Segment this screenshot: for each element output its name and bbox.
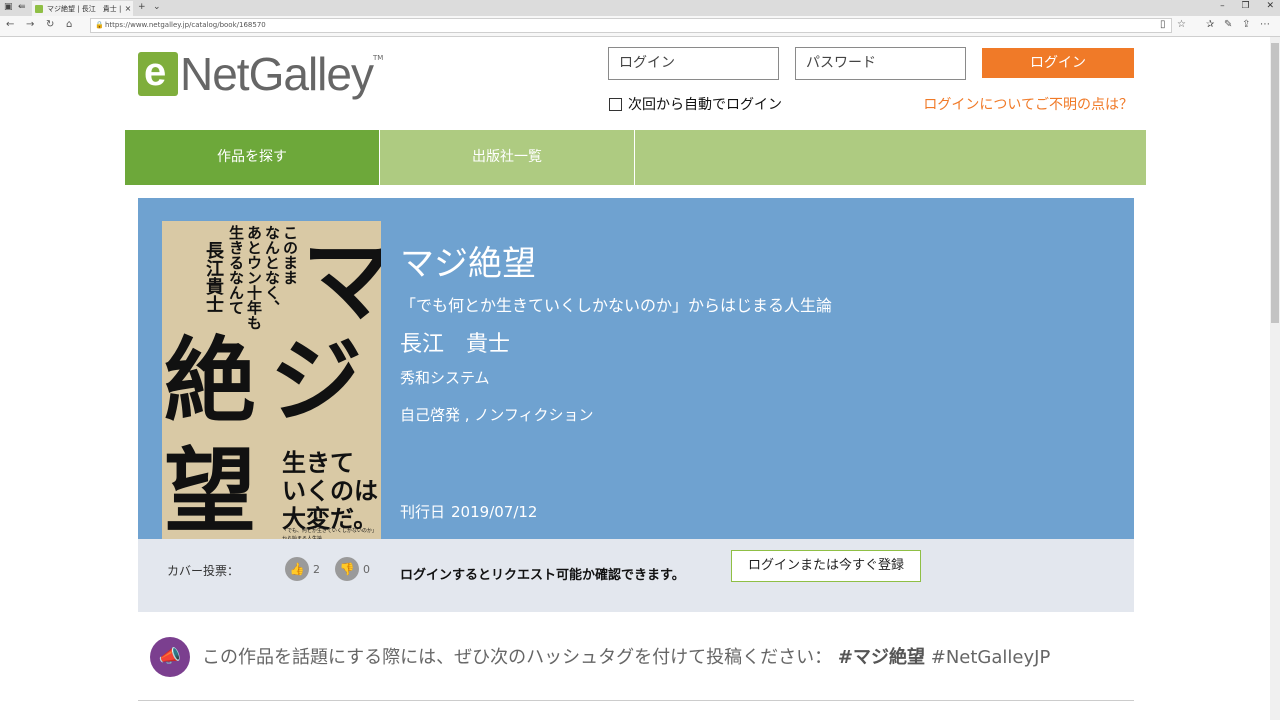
lock-icon: 🔒 [95, 21, 104, 29]
remember-label: 次回から自動でログイン [628, 97, 782, 113]
thumbs-up-icon[interactable]: 👍 [285, 557, 309, 581]
vote-up-count: 2 [313, 562, 320, 576]
book-categories[interactable]: 自己啓発 , ノンフィクション [400, 404, 594, 425]
book-subtitle: 「でも何とか生きていくしかないのか」からはじまる人生論 [400, 296, 833, 315]
divider [138, 700, 1134, 701]
book-cover-image[interactable]: マ ジ 絶 望 このまま なんとなく、 あとウン十年も 生きるなんて 長江貴士 … [162, 221, 381, 544]
url-text: https://www.netgalley.jp/catalog/book/16… [105, 21, 266, 29]
cover-vertical-2: なんとなく、 [263, 225, 281, 315]
maximize-icon[interactable]: ❐ [1242, 1, 1250, 11]
hashtag-title: #マジ絶望 [837, 647, 926, 668]
login-id-input[interactable]: ログイン [608, 47, 779, 80]
tab-actions-icon[interactable]: ▣ [4, 2, 13, 12]
favorites-icon[interactable]: ✰ [1206, 19, 1214, 30]
logo-text: NetGalley [180, 48, 374, 100]
favorite-star-icon[interactable]: ☆ [1177, 19, 1186, 30]
vote-down-count: 0 [363, 562, 370, 576]
netgalley-favicon-icon [35, 4, 43, 13]
hashtag-netgalley: #NetGalleyJP [930, 647, 1051, 668]
book-author[interactable]: 長江 貴士 [400, 326, 510, 358]
cover-vertical-1: このまま [281, 225, 299, 285]
more-icon[interactable]: ⋯ [1260, 19, 1270, 30]
hashtag-line: この作品を話題にする際には、ぜひ次のハッシュタグを付けて投稿ください： #マジ絶… [202, 643, 1050, 669]
close-tab-icon[interactable]: × [123, 4, 133, 13]
scrollbar-thumb[interactable] [1271, 43, 1279, 323]
home-icon[interactable]: ⌂ [66, 19, 72, 30]
forward-icon[interactable]: → [26, 19, 34, 30]
browser-tab-bar: ▣ ⇚ マジ絶望 | 長江 貴士 | S × + ⌄ – ❐ ✕ [0, 0, 1280, 16]
login-or-register-button[interactable]: ログインまたは今すぐ登録 [731, 550, 921, 582]
minimize-icon[interactable]: – [1220, 1, 1225, 11]
nav-find-titles[interactable]: 作品を探す [125, 130, 380, 185]
tab-title: マジ絶望 | 長江 貴士 | S [47, 4, 123, 13]
new-tab-icon[interactable]: + [138, 2, 146, 12]
window-close-icon[interactable]: ✕ [1266, 1, 1274, 11]
logo-mark-icon: e [138, 50, 178, 96]
remember-checkbox[interactable] [609, 97, 622, 111]
cover-author: 長江貴士 [203, 241, 224, 313]
netgalley-logo[interactable]: e NetGalley TM [138, 48, 383, 100]
megaphone-icon: 📣 [150, 637, 190, 677]
thumbs-down-icon[interactable]: 👎 [335, 557, 359, 581]
vote-up[interactable]: 👍 2 [285, 557, 320, 581]
publication-date: 刊行日 2019/07/12 [400, 501, 537, 522]
book-title: マジ絶望 [400, 244, 536, 284]
url-input[interactable]: 🔒 https://www.netgalley.jp/catalog/book/… [90, 18, 1172, 33]
cover-vertical-4: 生きるなんて [227, 225, 245, 315]
pubdate-value: 2019/07/12 [451, 503, 538, 521]
page-scrollbar[interactable] [1270, 37, 1280, 720]
refresh-icon[interactable]: ↻ [46, 19, 54, 30]
pubdate-label: 刊行日 [400, 503, 446, 521]
address-bar-row: ← → ↻ ⌂ 🔒 https://www.netgalley.jp/catal… [0, 16, 1280, 37]
cover-small-1: 「でも、何とか生きていくしかないのか」 [282, 528, 377, 534]
window-controls: – ❐ ✕ [1206, 1, 1274, 11]
logo-trademark: TM [372, 54, 384, 62]
pen-icon[interactable]: ✎ [1224, 19, 1232, 30]
tab-list-icon[interactable]: ⌄ [153, 2, 161, 12]
cover-vote-label: カバー投票： [167, 564, 240, 578]
cover-vertical-3: あとウン十年も [245, 225, 263, 330]
hashtag-text: この作品を話題にする際には、ぜひ次のハッシュタグを付けて投稿ください： [202, 647, 833, 668]
login-button[interactable]: ログイン [982, 48, 1134, 78]
back-icon[interactable]: ← [6, 19, 14, 30]
book-publisher[interactable]: 秀和システム [400, 367, 490, 388]
reading-view-icon[interactable]: ▯ [1160, 19, 1166, 30]
share-icon[interactable]: ⇪ [1242, 19, 1250, 30]
login-help-link[interactable]: ログインについてご不明の点は？ [923, 94, 1133, 114]
cover-char-bou: 望 [164, 438, 257, 544]
main-nav: 作品を探す 出版社一覧 [125, 130, 1146, 185]
request-message: ログインするとリクエスト可能か確認できます。 [400, 568, 685, 583]
vote-down[interactable]: 👎 0 [335, 557, 370, 581]
set-aside-tabs-icon[interactable]: ⇚ [18, 2, 26, 12]
nav-publishers[interactable]: 出版社一覧 [380, 130, 635, 185]
browser-tab[interactable]: マジ絶望 | 長江 貴士 | S × [32, 1, 133, 16]
remember-login[interactable]: 次回から自動でログイン [609, 94, 782, 114]
password-input[interactable]: パスワード [795, 47, 966, 80]
cover-char-ji: ジ [270, 328, 363, 435]
